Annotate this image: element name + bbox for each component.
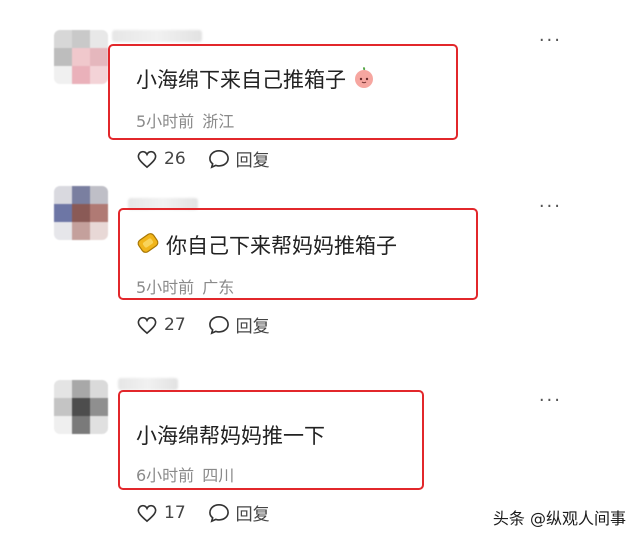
like-button[interactable]: 26 xyxy=(136,149,186,169)
watermark: 头条 @纵观人间事 xyxy=(492,509,626,528)
avatar[interactable] xyxy=(54,186,108,240)
like-button[interactable]: 27 xyxy=(136,315,186,335)
comment-text: 你自己下来帮妈妈推箱子 xyxy=(136,230,397,260)
speech-bubble-icon xyxy=(208,149,229,169)
reply-button[interactable]: 回复 xyxy=(208,500,270,525)
reply-button[interactable]: 回复 xyxy=(208,312,270,337)
comment-actions: 17 回复 xyxy=(136,500,270,525)
heart-icon xyxy=(137,504,157,522)
comment-location: 四川 xyxy=(202,466,235,485)
comment-text-content: 小海绵下来自己推箱子 xyxy=(136,68,346,92)
comment-text: 小海绵下来自己推箱子 xyxy=(136,64,376,94)
reply-button[interactable]: 回复 xyxy=(208,146,270,171)
speech-bubble-icon xyxy=(208,315,229,335)
avatar[interactable] xyxy=(54,30,108,84)
comment-text-content: 你自己下来帮妈妈推箱子 xyxy=(166,234,397,258)
peach-emoji-icon xyxy=(352,65,376,94)
like-button[interactable]: 17 xyxy=(136,503,186,523)
heart-icon xyxy=(137,316,157,334)
reply-label: 回复 xyxy=(235,151,270,171)
comment-actions: 26 回复 xyxy=(136,146,270,171)
more-options-icon[interactable]: ··· xyxy=(539,32,562,50)
comment-location: 广东 xyxy=(202,278,235,297)
reply-label: 回复 xyxy=(235,317,270,337)
comment-meta: 5小时前 广东 xyxy=(136,274,234,298)
comment-time: 5小时前 xyxy=(136,112,195,131)
more-options-icon[interactable]: ··· xyxy=(539,392,562,410)
avatar[interactable] xyxy=(54,380,108,434)
comment-time: 6小时前 xyxy=(136,466,195,485)
comment-text: 小海绵帮妈妈推一下 xyxy=(136,420,325,450)
more-options-icon[interactable]: ··· xyxy=(539,198,562,216)
comment-actions: 27 回复 xyxy=(136,312,270,337)
comment-time: 5小时前 xyxy=(136,278,195,297)
speech-bubble-icon xyxy=(208,503,229,523)
comment-text-content: 小海绵帮妈妈推一下 xyxy=(136,424,325,448)
username[interactable] xyxy=(112,30,202,42)
username[interactable] xyxy=(118,378,178,390)
comment-meta: 5小时前 浙江 xyxy=(136,108,234,132)
like-count: 26 xyxy=(164,148,186,169)
reply-label: 回复 xyxy=(235,505,270,525)
comment-meta: 6小时前 四川 xyxy=(136,462,234,486)
comment-location: 浙江 xyxy=(202,112,235,131)
gold-bar-emoji-icon xyxy=(136,231,160,260)
heart-icon xyxy=(137,150,157,168)
like-count: 27 xyxy=(164,314,186,335)
like-count: 17 xyxy=(164,502,186,523)
